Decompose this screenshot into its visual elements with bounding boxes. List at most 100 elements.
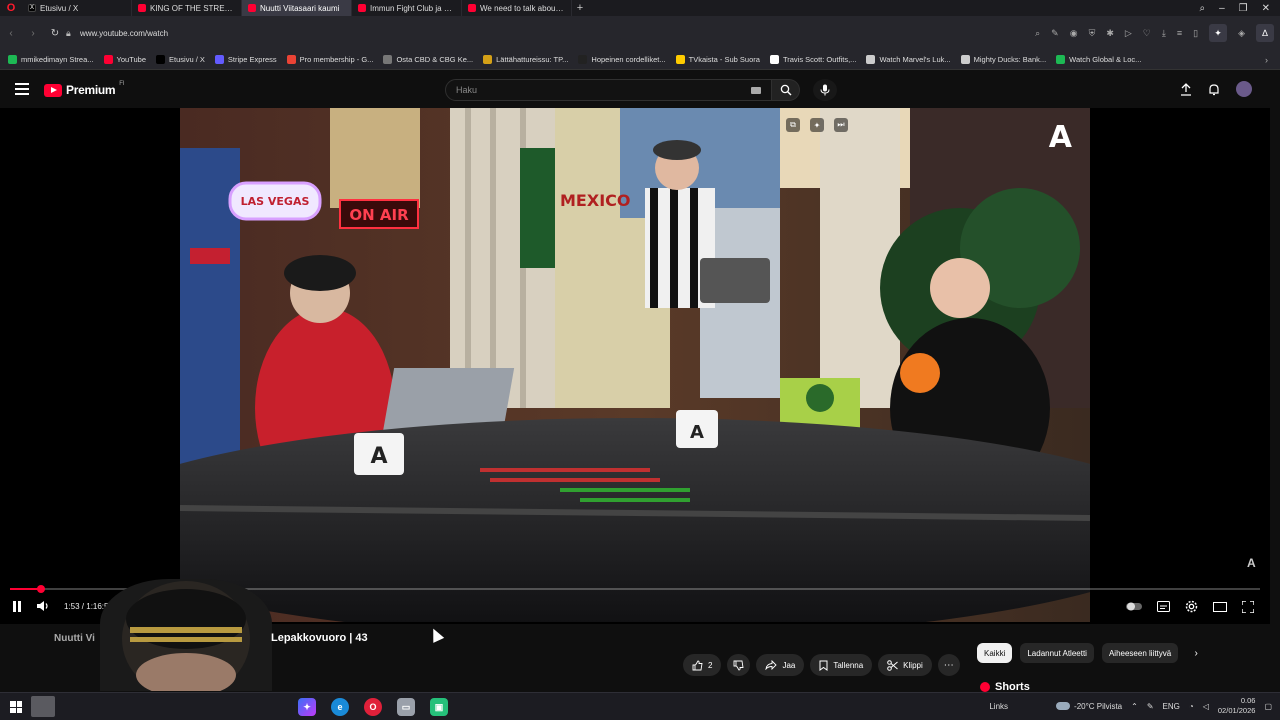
settings-gear-icon[interactable] <box>1185 600 1198 613</box>
file-explorer-icon[interactable]: ▭ <box>397 698 415 716</box>
browser-tab[interactable]: We need to talk about this <box>462 0 572 16</box>
menu-icon[interactable]: ≡ <box>1177 28 1182 38</box>
bookmark-item[interactable]: Travis Scott: Outfits,... <box>769 55 856 64</box>
copilot-icon[interactable]: ✦ <box>298 698 316 716</box>
clock[interactable]: 0.06 02/01/2026 <box>1218 696 1256 716</box>
bookmark-item[interactable]: Lättähattureissu: TP... <box>483 55 568 64</box>
edit-icon[interactable]: ✎ <box>1051 28 1059 39</box>
bookmark-item[interactable]: Watch Global & Loc... <box>1056 55 1141 64</box>
address-bar-row: ‹ › ↻ 🔒︎ www.youtube.com/watch ⌕ ✎ ◉ ⛨ ✱… <box>0 16 1280 50</box>
taskbar-thumbnail[interactable] <box>31 696 55 717</box>
chip-all[interactable]: Kaikki <box>977 643 1013 663</box>
camera-icon[interactable]: ◉ <box>1070 28 1078 39</box>
url-field[interactable]: www.youtube.com/watch <box>80 29 168 38</box>
chip-related[interactable]: Aiheeseen liittyvä <box>1101 643 1179 663</box>
clock-date: 02/01/2026 <box>1217 706 1256 715</box>
like-button[interactable]: 2 <box>683 654 722 676</box>
aria-icon[interactable]: ∆ <box>1256 24 1274 42</box>
shield-icon[interactable]: ⛨ <box>1089 28 1096 39</box>
search-button[interactable] <box>772 79 800 101</box>
chevron-right-icon[interactable]: › <box>1186 648 1206 659</box>
play-icon[interactable]: ▷ <box>1125 28 1132 39</box>
bookmark-item[interactable]: TVkaista - Sub Suora <box>675 55 760 64</box>
chevron-up-icon[interactable]: ⌃ <box>1131 702 1138 711</box>
bookmark-label: Stripe Express <box>227 55 277 64</box>
bookmark-item[interactable]: mmikedimayn Strea... <box>8 55 94 64</box>
bookmark-item[interactable]: Hopeinen cordelliket... <box>578 55 666 64</box>
links-toolbar[interactable]: Links <box>989 702 1008 711</box>
bookmark-item[interactable]: Pro membership - G... <box>286 55 373 64</box>
more-actions-icon[interactable]: ⋯ <box>937 654 960 676</box>
avatar[interactable] <box>1236 81 1252 97</box>
branding-logo[interactable]: A <box>1247 556 1256 570</box>
back-icon[interactable]: ‹ <box>0 28 22 39</box>
skip-icon[interactable]: ⏭ <box>834 118 848 132</box>
video-frame[interactable]: LAS VEGAS ON AIR MEXICO A A ⧉ ✦ ⏭ A <box>180 108 1090 622</box>
bookmark-item[interactable]: Osta CBD & CBG Ke... <box>383 55 473 64</box>
share-button[interactable]: Jaa <box>756 654 805 676</box>
heart-icon[interactable]: ♡ <box>1143 28 1151 39</box>
search-input[interactable] <box>456 85 736 95</box>
forward-icon[interactable]: › <box>22 28 44 39</box>
youtube-logo[interactable]: Premium FI <box>44 81 125 97</box>
enhance-icon[interactable]: ✦ <box>810 118 824 132</box>
wifi-icon[interactable]: ◔ <box>1189 702 1194 711</box>
extension-icon[interactable]: ✱ <box>1106 28 1114 39</box>
minimize-icon[interactable]: – <box>1219 3 1225 14</box>
language-indicator[interactable]: ENG <box>1163 702 1180 711</box>
dislike-button[interactable] <box>727 654 751 676</box>
bookmark-item[interactable]: YouTube <box>103 55 147 64</box>
download-icon[interactable]: ⤓ <box>1162 28 1166 39</box>
new-tab-button[interactable]: + <box>572 2 588 14</box>
reload-icon[interactable]: ↻ <box>44 28 66 39</box>
weather-widget[interactable]: -20°C Pilvista <box>1056 702 1122 711</box>
subtitles-icon[interactable] <box>1157 601 1170 612</box>
bookmark-label: Lättähattureissu: TP... <box>496 55 569 64</box>
opera-icon[interactable]: O <box>364 698 382 716</box>
autoplay-toggle-icon[interactable] <box>1126 602 1142 611</box>
theater-mode-icon[interactable] <box>1213 601 1227 612</box>
windows-start-icon[interactable] <box>10 701 22 713</box>
restore-icon[interactable]: ❐ <box>1239 3 1248 14</box>
browser-tab-active[interactable]: Nuutti Viitasaari kaumi <box>242 0 352 16</box>
browser-tab[interactable]: Immun Fight Club ja valm <box>352 0 462 16</box>
volume-icon[interactable] <box>36 600 50 612</box>
video-player[interactable]: LAS VEGAS ON AIR MEXICO A A ⧉ ✦ ⏭ A A 1:… <box>0 108 1270 643</box>
channel-name[interactable]: Nuutti Vi <box>54 633 95 644</box>
upload-icon[interactable] <box>1180 82 1192 96</box>
notifications-bell-icon[interactable] <box>1208 83 1220 96</box>
popout-icon[interactable]: ⧉ <box>786 118 800 132</box>
pause-icon[interactable] <box>12 600 22 612</box>
browser-tab[interactable]: KING OF THE STREETS - Yo <box>132 0 242 16</box>
microphone-icon <box>820 84 830 96</box>
volume-tray-icon[interactable]: ◁ <box>1203 702 1209 711</box>
progress-scrubber[interactable] <box>37 585 46 593</box>
wallet-icon[interactable]: ▯ <box>1193 28 1198 39</box>
voice-search-button[interactable] <box>813 79 837 101</box>
close-icon[interactable]: ✕ <box>1262 3 1270 14</box>
bookmark-item[interactable]: Etusivu / X <box>156 55 205 64</box>
bookmark-label: mmikedimayn Strea... <box>21 55 94 64</box>
ai-extension-icon[interactable]: ✦ <box>1209 24 1228 42</box>
keyboard-icon[interactable] <box>751 87 761 94</box>
bookmark-item[interactable]: Stripe Express <box>214 55 277 64</box>
hamburger-menu-icon[interactable] <box>15 83 29 95</box>
lens-icon[interactable]: ⌕ <box>1035 28 1040 39</box>
edge-icon[interactable]: e <box>331 698 349 716</box>
bookmarks-overflow-icon[interactable]: › <box>1265 55 1280 65</box>
notification-icon[interactable]: ▢ <box>1264 702 1272 711</box>
app-icon[interactable]: ▣ <box>430 698 448 716</box>
opera-logo-icon[interactable]: O <box>0 0 22 16</box>
bookmark-item[interactable]: Mighty Ducks: Bank... <box>960 55 1046 64</box>
search-tabs-icon[interactable]: ⌕ <box>1199 3 1205 14</box>
cube-icon[interactable]: ◈ <box>1238 28 1245 39</box>
save-button[interactable]: Tallenna <box>810 654 873 676</box>
pen-icon[interactable]: ✎ <box>1147 702 1154 711</box>
bookmark-item[interactable]: Watch Marvel's Luk... <box>866 55 951 64</box>
browser-tab[interactable]: X Etusivu / X <box>22 0 132 16</box>
bookmark-label: YouTube <box>116 55 147 64</box>
lock-icon[interactable]: 🔒︎ <box>66 28 80 39</box>
fullscreen-icon[interactable] <box>1242 600 1254 613</box>
clip-button[interactable]: Klippi <box>878 654 932 676</box>
chip-uploaded-by[interactable]: Ladannut Atleetti <box>1020 643 1094 663</box>
